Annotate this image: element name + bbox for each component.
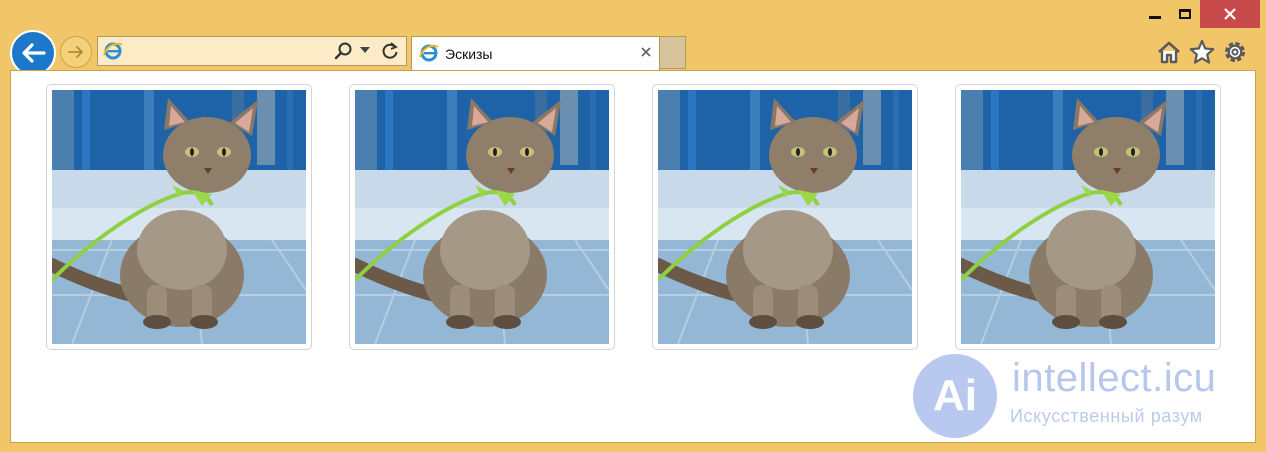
- maximize-button[interactable]: [1170, 0, 1200, 28]
- new-tab-button[interactable]: [660, 36, 686, 69]
- refresh-icon[interactable]: [380, 41, 400, 61]
- thumbnail-image[interactable]: [349, 84, 615, 350]
- kitten-photo: [961, 90, 1215, 344]
- kitten-photo: [52, 90, 306, 344]
- close-window-button[interactable]: [1200, 0, 1260, 28]
- thumbnail-image[interactable]: [652, 84, 918, 350]
- home-icon[interactable]: [1155, 38, 1183, 66]
- dropdown-arrow-icon[interactable]: [360, 47, 370, 53]
- address-input[interactable]: [126, 40, 330, 64]
- gear-icon[interactable]: [1221, 38, 1249, 66]
- close-icon: [1224, 8, 1236, 20]
- maximize-icon: [1179, 9, 1191, 19]
- close-tab-icon[interactable]: [640, 46, 652, 58]
- search-icon[interactable]: [334, 41, 354, 61]
- watermark-logo: Ai: [913, 354, 997, 438]
- browser-window: Эскизы Ai intellect.icu Искусственный ра…: [0, 0, 1266, 452]
- ie-logo-icon: [419, 44, 439, 62]
- forward-button[interactable]: [60, 36, 92, 68]
- watermark-subtitle: Искусственный разум: [1010, 406, 1203, 426]
- address-bar[interactable]: [97, 36, 407, 66]
- back-arrow-icon: [22, 43, 46, 63]
- thumbnail-image[interactable]: [955, 84, 1221, 350]
- thumbnail-image[interactable]: [46, 84, 312, 350]
- forward-arrow-icon: [68, 46, 83, 58]
- ie-logo-icon: [103, 42, 123, 60]
- star-icon[interactable]: [1188, 38, 1216, 66]
- tab-label: Эскизы: [445, 46, 493, 62]
- kitten-photo: [355, 90, 609, 344]
- watermark-title: intellect.icu: [1012, 356, 1217, 400]
- tab-thumbnails[interactable]: Эскизы: [411, 36, 660, 70]
- kitten-photo: [658, 90, 912, 344]
- minimize-icon: [1149, 15, 1161, 19]
- watermark-logo-text: Ai: [933, 371, 977, 420]
- minimize-button[interactable]: [1140, 0, 1170, 28]
